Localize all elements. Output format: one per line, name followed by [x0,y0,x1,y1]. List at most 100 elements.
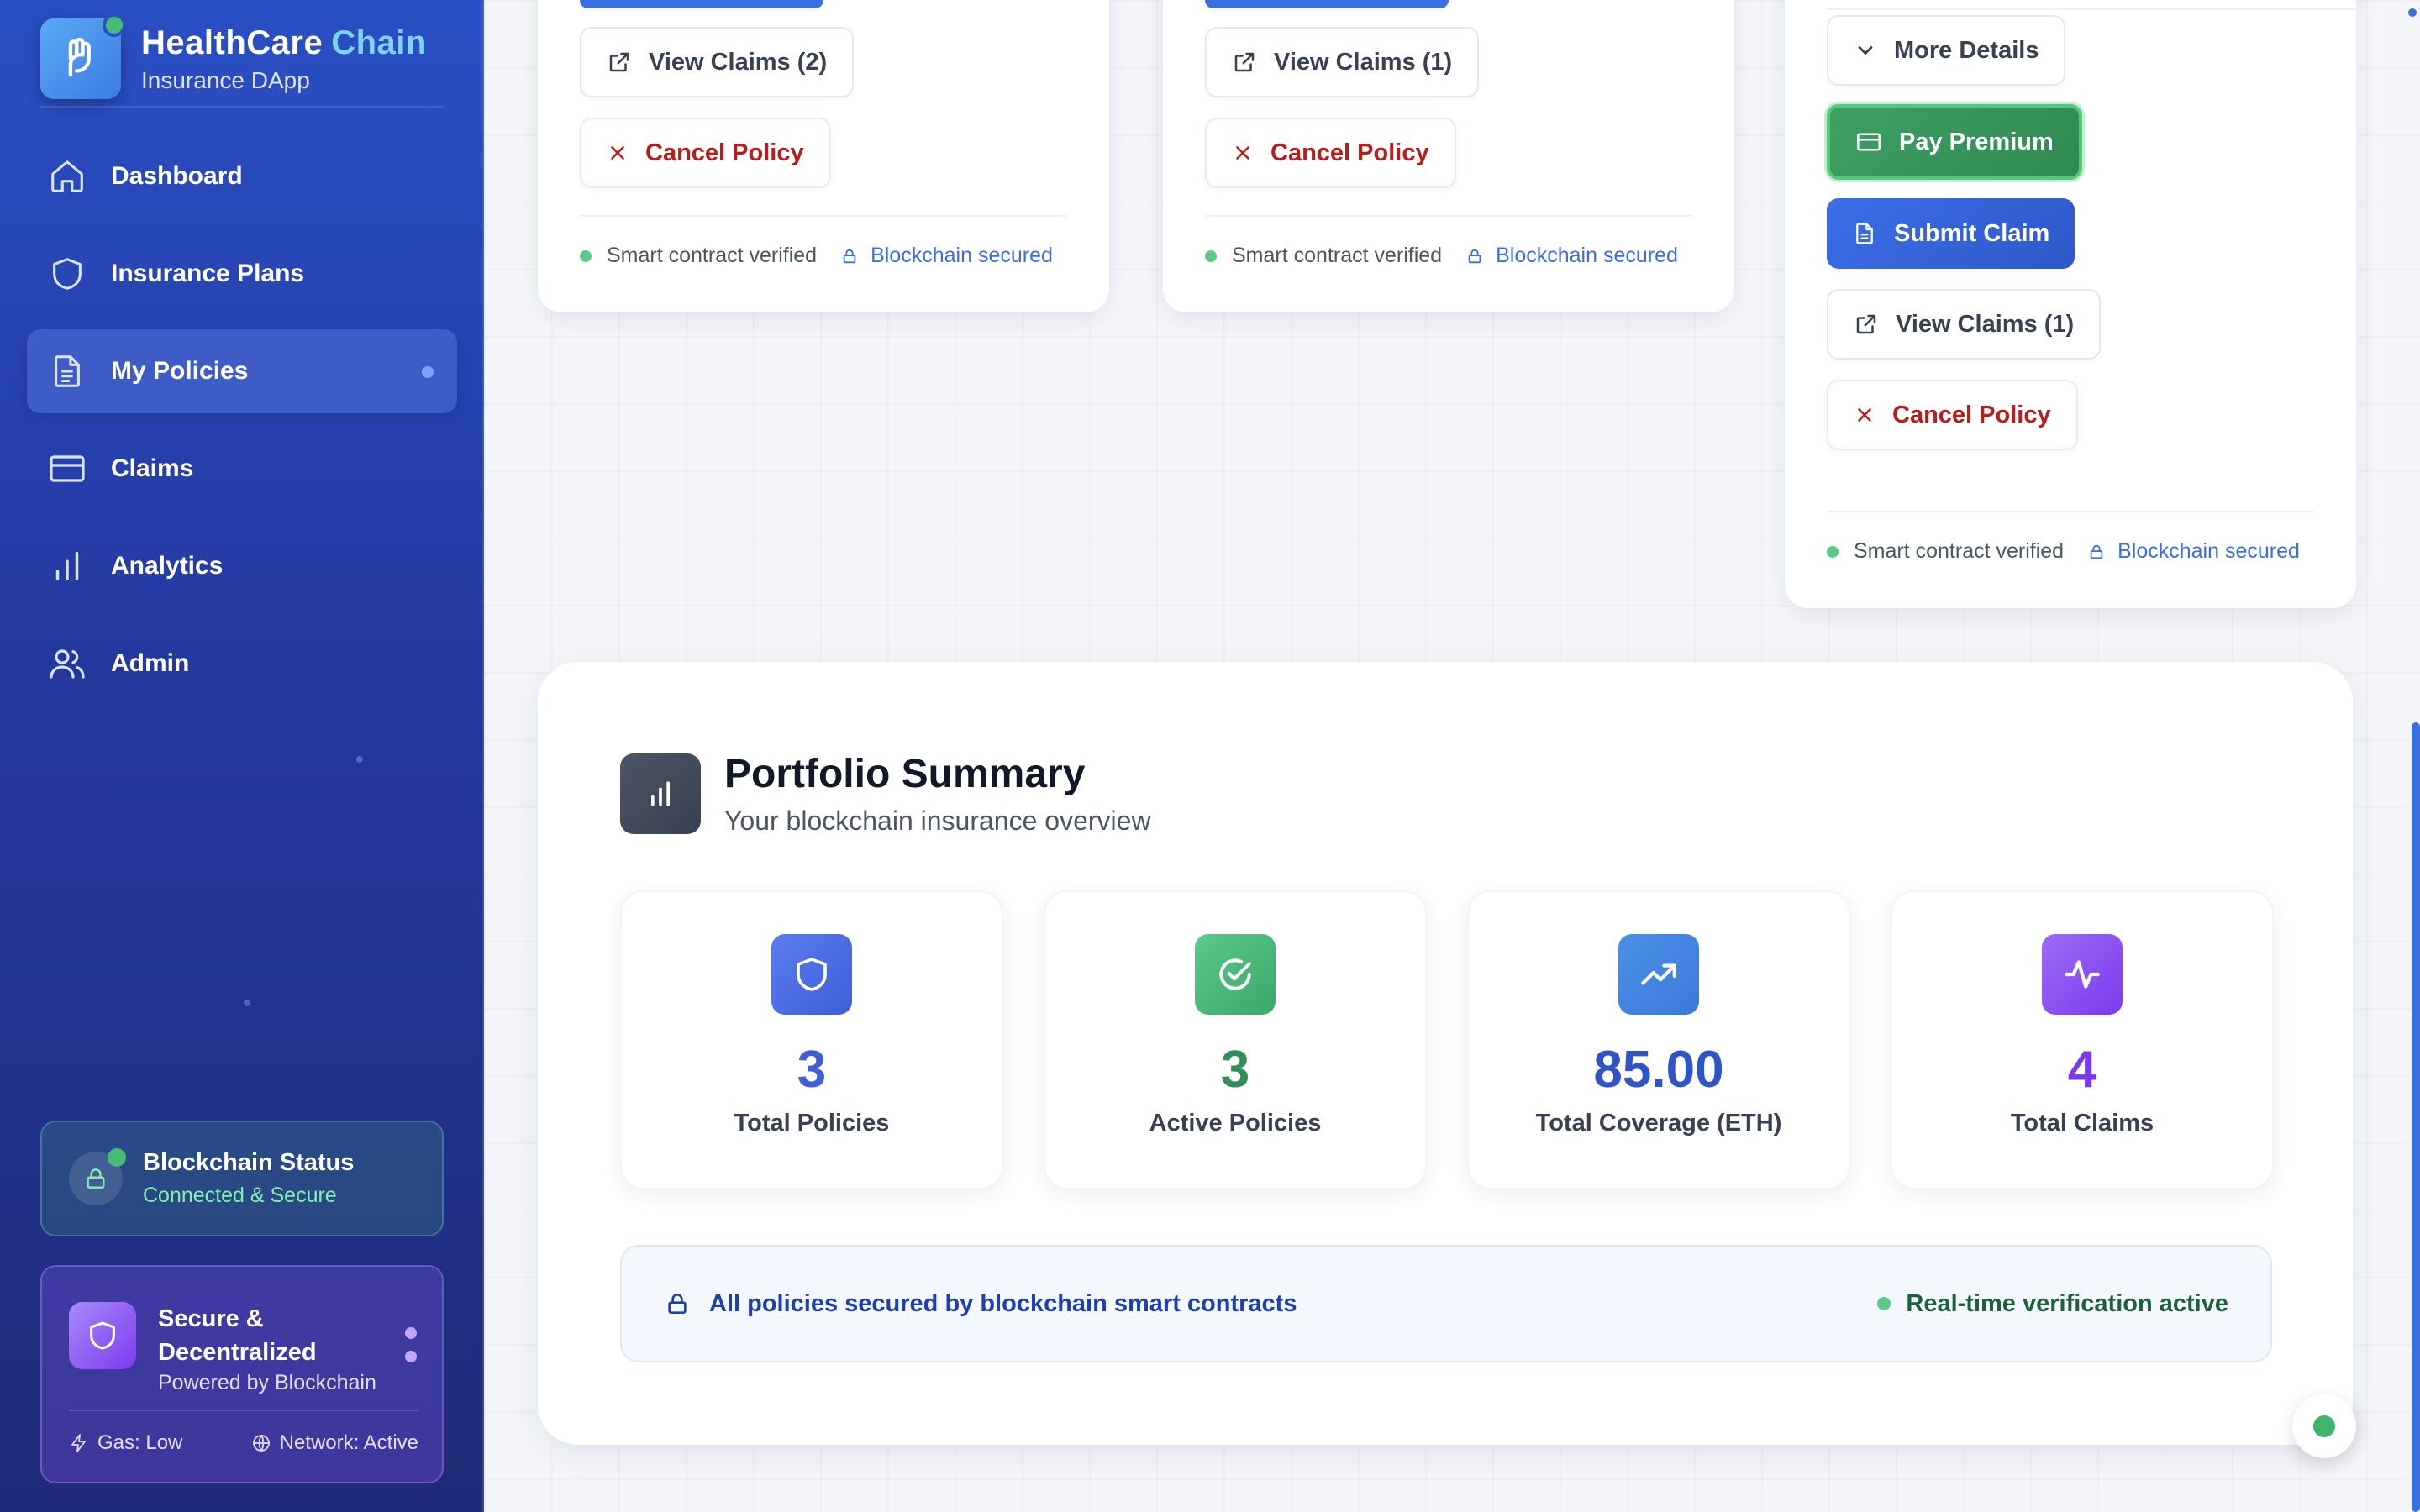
security-banner: All policies secured by blockchain smart… [620,1245,2272,1362]
external-link-icon [609,52,629,72]
verified-label: Smart contract verified [1854,539,2065,563]
shield-icon [771,934,852,1015]
close-icon [1236,146,1249,160]
stat-value: 4 [2067,1041,2097,1099]
gas-indicator: Gas: Low [69,1431,182,1455]
sidebar: HealthCare Chain Insurance DApp Dashboard… [0,0,484,1512]
verified-dot [580,249,592,262]
policy-card: View Claims (2) Cancel Policy Smart cont… [538,0,1109,312]
users-icon [47,643,87,684]
cancel-policy-button[interactable]: Cancel Policy [1205,118,1456,188]
lock-icon [668,1294,687,1314]
stat-label: Total Policies [734,1110,890,1137]
action-button[interactable] [580,0,823,8]
chevron-down-icon [1858,46,1873,55]
sidebar-nav: Dashboard Insurance Plans My Policies Cl… [27,134,457,719]
bar-chart-icon [620,753,701,834]
divider [1827,8,2356,10]
status-fab-button[interactable] [2292,1394,2356,1458]
brand[interactable]: HealthCare Chain Insurance DApp [40,10,444,108]
sidebar-item-label: Claims [111,454,194,482]
sidebar-item-label: Insurance Plans [111,260,305,287]
view-claims-button[interactable]: View Claims (1) [1827,289,2102,360]
cancel-policy-button[interactable]: Cancel Policy [1827,380,2078,450]
blockchain-status-card: Blockchain Status Connected & Secure [40,1121,444,1236]
sidebar-item-label: Admin [111,649,190,677]
divider [69,1410,418,1411]
stat-card-total-coverage: 85.00 Total Coverage (ETH) [1467,890,1850,1189]
cancel-policy-button[interactable]: Cancel Policy [580,118,831,188]
sidebar-item-label: Analytics [111,552,224,580]
sidebar-item-claims[interactable]: Claims [27,427,457,511]
status-title: Blockchain Status [143,1149,355,1176]
lock-icon [843,249,856,263]
credit-card-icon [1857,133,1881,151]
verified-label: Smart contract verified [607,244,818,267]
gas-label: Gas: Low [97,1431,183,1454]
decorative-dot [356,756,363,763]
secure-title: Secure & Decentralized [158,1305,317,1366]
view-claims-button[interactable]: View Claims (2) [580,27,855,97]
brand-subtitle: Insurance DApp [141,66,310,93]
stat-label: Active Policies [1149,1110,1322,1137]
view-claims-button[interactable]: View Claims (1) [1205,27,1480,97]
sidebar-item-admin[interactable]: Admin [27,622,457,706]
network-label: Network: Active [279,1431,418,1454]
stat-card-total-claims: 4 Total Claims [1891,890,2274,1189]
globe-icon [252,1435,270,1452]
home-icon [47,156,87,197]
status-dots [405,1327,417,1374]
policy-card: More Details Pay Premium Submit Claim Vi… [1785,0,2356,608]
lock-icon [1468,249,1481,263]
divider [580,215,1067,217]
brand-logo-icon [40,13,126,99]
status-dot [1877,1297,1891,1310]
check-circle-icon [1195,934,1276,1015]
close-icon [1858,408,1871,422]
divider [40,106,444,108]
shield-icon [69,1302,136,1369]
document-icon [47,351,87,391]
stat-value: 85.00 [1593,1041,1724,1099]
lock-icon [2090,544,2103,559]
main-content: View Claims (2) Cancel Policy Smart cont… [484,0,2420,1512]
portfolio-summary: Portfolio Summary Your blockchain insura… [538,662,2353,1445]
verification-row: Smart contract verified Blockchain secur… [1205,244,1678,268]
divider [1205,215,1692,217]
stat-card-active-policies: 3 Active Policies [1044,890,1427,1189]
pay-premium-button[interactable]: Pay Premium [1827,104,2082,180]
activity-icon [2042,934,2123,1015]
verification-status: Real-time verification active [1877,1290,2228,1318]
blockchain-secured-label: Blockchain secured [1465,244,1678,268]
credit-card-icon [47,449,87,489]
shield-icon [47,254,87,294]
external-link-icon [1856,314,1876,334]
stat-label: Total Claims [2010,1110,2154,1137]
document-icon [1856,223,1873,244]
status-indicator [108,1148,126,1167]
stat-card-total-policies: 3 Total Policies [620,890,1003,1189]
status-subtitle: Connected & Secure [143,1184,337,1207]
secure-subtitle: Powered by Blockchain [158,1371,376,1394]
section-title: Portfolio Summary [724,752,1086,796]
submit-claim-button[interactable]: Submit Claim [1827,198,2075,269]
scroll-indicator [2408,8,2417,17]
sidebar-item-dashboard[interactable]: Dashboard [27,134,457,218]
sidebar-item-my-policies[interactable]: My Policies [27,329,457,413]
online-indicator [103,13,126,37]
external-link-icon [1234,52,1255,72]
stat-value: 3 [797,1041,827,1099]
bar-chart-icon [47,546,87,586]
verification-row: Smart contract verified Blockchain secur… [1827,539,2300,564]
scrollbar[interactable] [2412,722,2420,1512]
more-details-button[interactable]: More Details [1827,15,2066,86]
section-subtitle: Your blockchain insurance overview [724,806,1151,836]
verification-row: Smart contract verified Blockchain secur… [580,244,1053,268]
verified-dot [1827,545,1839,558]
secure-decentralized-card: Secure & Decentralized Powered by Blockc… [40,1265,444,1483]
action-button[interactable] [1205,0,1449,8]
trending-up-icon [1618,934,1699,1015]
decorative-dot [244,1000,250,1006]
sidebar-item-insurance-plans[interactable]: Insurance Plans [27,232,457,316]
sidebar-item-analytics[interactable]: Analytics [27,524,457,608]
